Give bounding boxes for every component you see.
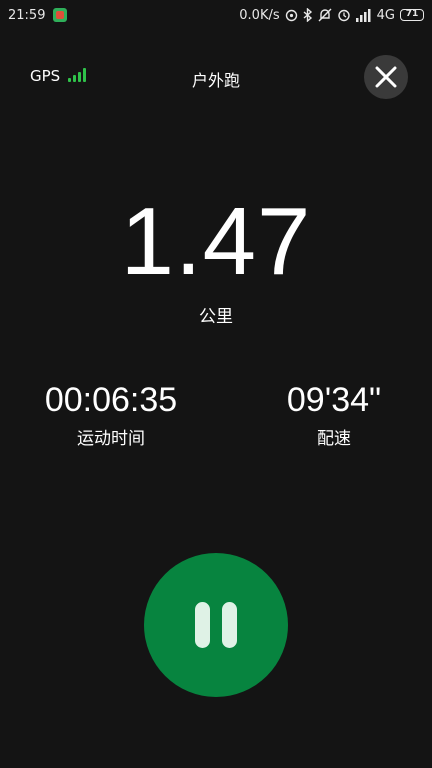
dnd-icon — [318, 8, 332, 22]
status-time: 21:59 — [8, 7, 46, 23]
distance-unit: 公里 — [199, 307, 233, 327]
battery-icon: 71 — [400, 9, 424, 21]
status-bar: 21:59 0.0K/s 4G 71 — [0, 0, 432, 30]
network-speed: 0.0K/s — [239, 7, 280, 23]
pause-button[interactable] — [144, 553, 288, 697]
pace-label: 配速 — [317, 429, 351, 449]
battery-level: 71 — [405, 9, 419, 19]
status-left: 21:59 — [8, 7, 68, 23]
duration-stat: 00:06:35 运动时间 — [3, 380, 219, 449]
duration-value: 00:06:35 — [44, 381, 178, 419]
pause-icon — [222, 602, 237, 648]
pace-stat: 09'34" 配速 — [226, 380, 432, 449]
pace-value: 09'34" — [286, 381, 382, 419]
hd-signal-icon — [355, 8, 371, 22]
pause-icon — [195, 602, 210, 648]
app-notification-icon — [53, 8, 68, 22]
alarm-icon — [337, 9, 350, 22]
duration-label: 运动时间 — [77, 429, 145, 449]
close-button[interactable] — [364, 55, 408, 99]
bluetooth-icon — [303, 8, 312, 22]
network-type: 4G — [376, 7, 395, 23]
distance-value: 1.47 — [120, 188, 312, 295]
close-icon — [375, 66, 397, 88]
status-right: 0.0K/s 4G 71 — [239, 8, 424, 23]
hotspot-icon — [285, 9, 297, 21]
